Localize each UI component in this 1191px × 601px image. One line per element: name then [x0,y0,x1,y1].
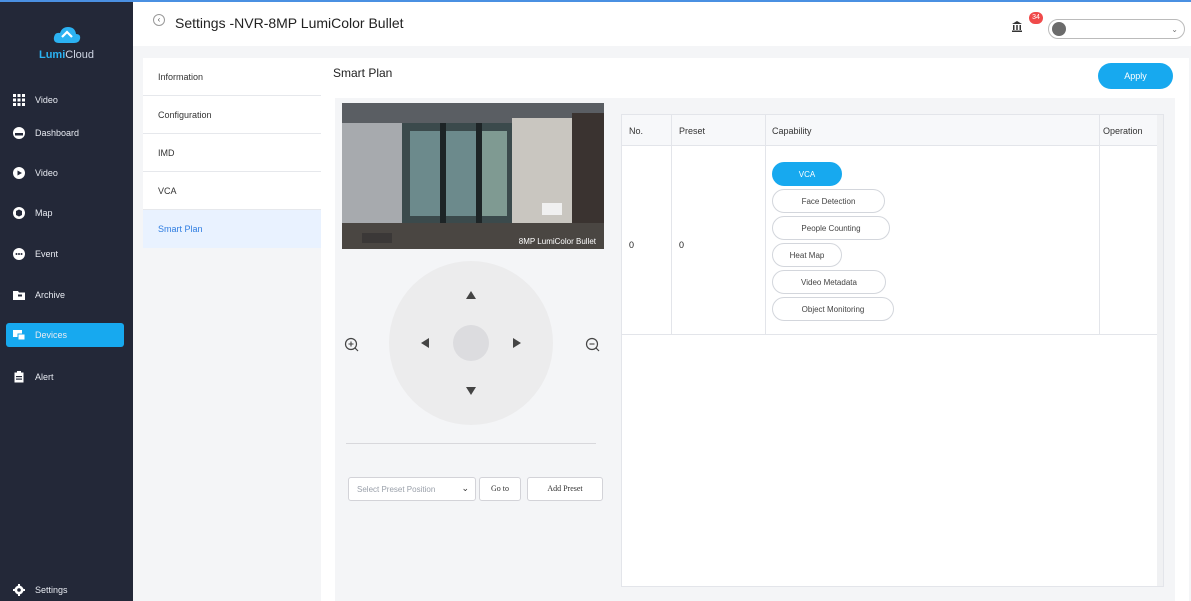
capability-object-monitoring[interactable]: Object Monitoring [772,297,894,321]
table-header: No. Preset Capability Operation [622,115,1163,146]
header: ‹ Settings -NVR-8MP LumiColor Bullet 34 … [133,0,1191,46]
sidebar-item-label: Dashboard [35,128,80,138]
archive-icon [12,288,26,302]
column-header-operation: Operation [1103,126,1143,136]
cloud-logo-icon [52,24,82,46]
divider [346,443,596,444]
sidebar-item-devices[interactable]: Devices [6,323,124,347]
sidebar-item-label: Event [35,249,59,259]
sidebar-item-label: Settings [35,585,68,595]
user-menu[interactable]: ⌄ [1048,19,1185,39]
chevron-down-icon: ⌄ [461,483,469,493]
table-row: 0 0 VCA Face Detection People Counting H… [622,146,1163,335]
pan-left-icon[interactable] [415,333,435,353]
capability-vca[interactable]: VCA [772,162,842,186]
cell-no: 0 [629,240,635,250]
settings-subnav: Information Configuration IMD VCA Smart … [143,58,321,248]
sidebar-item-label: Video [35,95,58,105]
column-header-preset: Preset [679,126,706,136]
sidebar-item-event[interactable]: Event [6,242,124,266]
zoom-in-icon[interactable] [344,337,362,355]
brand-name: LumiCloud [38,49,95,61]
subnav-item-information[interactable]: Information [143,58,321,96]
ptz-control[interactable] [389,261,553,425]
add-preset-button[interactable]: Add Preset [527,477,603,501]
sidebar-item-alert[interactable]: Alert [6,365,124,389]
preset-select-placeholder: Select Preset Position [357,484,436,494]
scrollbar[interactable] [1157,115,1163,586]
sidebar-item-archive[interactable]: Archive [6,283,124,307]
sidebar-item-label: Alert [35,372,54,382]
subnav-item-vca[interactable]: VCA [143,172,321,210]
sidebar-item-settings[interactable]: Settings [6,578,124,601]
section-title: Smart Plan [333,66,393,80]
column-header-no: No. [629,126,644,136]
camera-preview: 8MP LumiColor Bullet [342,103,604,249]
play-icon [12,166,26,180]
logo: LumiCloud [0,2,133,84]
map-icon [12,206,26,220]
chevron-down-icon: ⌄ [1171,24,1178,34]
building-icon[interactable] [1011,20,1025,34]
smart-plan-table: No. Preset Capability Operation 0 0 VCA … [621,114,1164,587]
pan-up-icon[interactable] [461,285,481,305]
capability-people-counting[interactable]: People Counting [772,216,890,240]
sidebar-item-map[interactable]: Map [6,201,124,225]
sidebar-item-label: Devices [35,330,68,340]
pan-down-icon[interactable] [461,381,481,401]
sidebar-item-label: Archive [35,290,66,300]
pan-right-icon[interactable] [507,333,527,353]
subnav-item-configuration[interactable]: Configuration [143,96,321,134]
back-button[interactable]: ‹ [153,14,165,26]
grid-icon [12,93,26,107]
dashboard-icon [12,126,26,140]
gear-icon [12,583,26,597]
page-title: Settings -NVR-8MP LumiColor Bullet [175,15,404,31]
camera-image [342,103,604,249]
zoom-out-icon[interactable] [585,337,603,355]
sidebar-item-video-2[interactable]: Video [6,161,124,185]
apply-button[interactable]: Apply [1098,63,1173,89]
notification-badge: 34 [1029,12,1043,24]
go-to-button[interactable]: Go to [479,477,521,501]
main-panel: Smart Plan Apply 8MP LumiColor Bullet Se… [321,58,1189,601]
capability-heat-map[interactable]: Heat Map [772,243,842,267]
sidebar-item-dashboard[interactable]: Dashboard [6,121,124,145]
devices-icon [12,328,26,342]
subnav-item-smart-plan[interactable]: Smart Plan [143,210,321,248]
sidebar-item-label: Video [35,168,58,178]
avatar [1052,22,1066,36]
alert-icon [12,370,26,384]
sidebar-item-video[interactable]: Video [6,88,124,112]
sidebar: LumiCloud Video Dashboard Video Map Even… [0,0,133,601]
event-icon [12,247,26,261]
cell-preset: 0 [679,240,685,250]
sidebar-item-label: Map [35,208,53,218]
capability-face-detection[interactable]: Face Detection [772,189,885,213]
subnav-item-imd[interactable]: IMD [143,134,321,172]
ptz-center-button[interactable] [453,325,489,361]
preset-position-select[interactable]: Select Preset Position ⌄ [348,477,476,501]
camera-caption: 8MP LumiColor Bullet [518,237,596,246]
capability-video-metadata[interactable]: Video Metadata [772,270,886,294]
column-header-capability: Capability [772,126,812,136]
